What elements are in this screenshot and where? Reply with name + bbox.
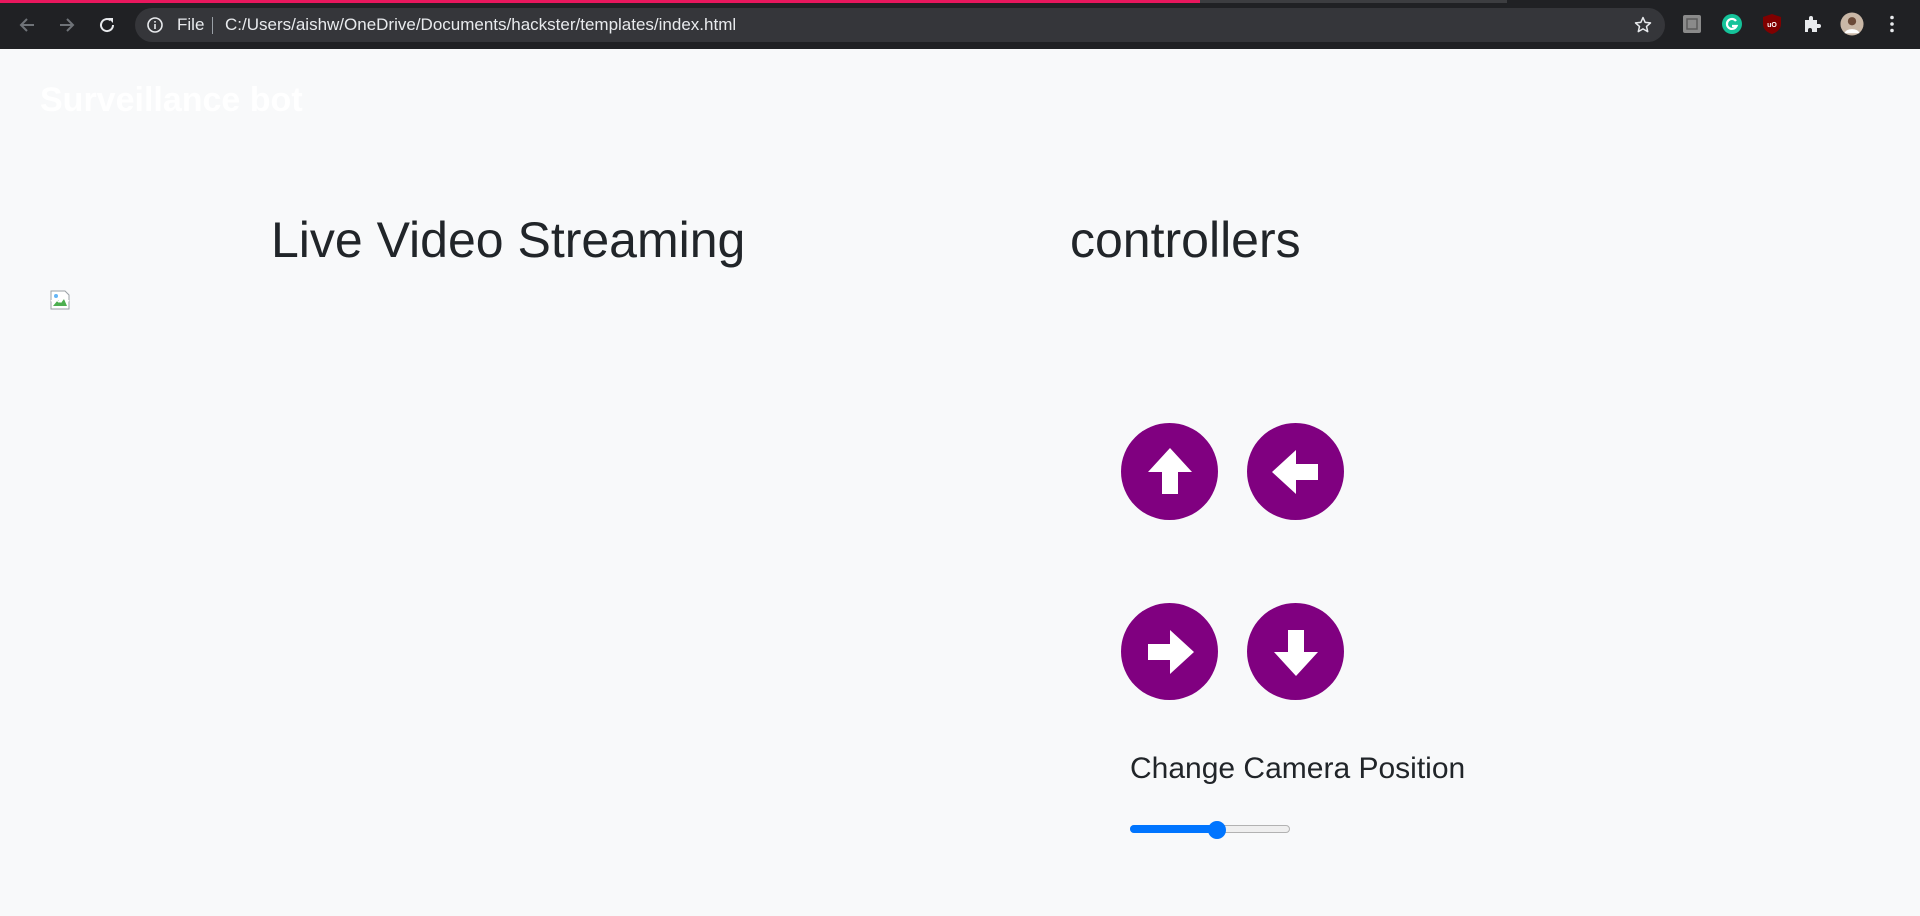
navbar-brand[interactable]: Surveillance bot — [40, 81, 303, 120]
svg-text:uO: uO — [1767, 22, 1777, 29]
info-icon[interactable] — [145, 15, 165, 35]
arrow-right-icon — [1147, 629, 1194, 674]
grammarly-icon[interactable] — [1720, 12, 1744, 36]
kebab-menu-icon — [1890, 15, 1894, 33]
url-text[interactable]: C:/Users/aishw/OneDrive/Documents/hackst… — [225, 8, 736, 42]
camera-position-slider[interactable] — [1130, 821, 1290, 839]
site-scheme-label: File — [177, 15, 205, 34]
camera-position-label: Change Camera Position — [1130, 752, 1466, 785]
address-bar[interactable]: File C:/Users/aishw/OneDrive/Documents/h… — [135, 8, 1665, 42]
browser-toolbar: File C:/Users/aishw/OneDrive/Documents/h… — [0, 0, 1920, 49]
move-forward-button[interactable] — [1121, 423, 1218, 520]
video-heading: Live Video Streaming — [271, 212, 746, 268]
slider-fill — [1130, 825, 1217, 833]
ublock-icon[interactable]: uO — [1760, 12, 1784, 36]
reload-icon — [100, 18, 115, 33]
arrow-forward-icon — [60, 18, 75, 32]
unknown-extension-icon[interactable] — [1680, 12, 1704, 36]
puzzle-piece-icon[interactable] — [1800, 12, 1824, 36]
reload-button[interactable] — [91, 9, 123, 41]
arrow-back-icon — [19, 18, 34, 32]
slider-thumb[interactable] — [1208, 821, 1226, 839]
forward-button[interactable] — [51, 9, 83, 41]
turn-left-button[interactable] — [1247, 423, 1344, 520]
back-button[interactable] — [11, 9, 43, 41]
arrow-down-icon — [1273, 629, 1318, 676]
page-content: Surveillance bot Live Video Streaming co… — [0, 49, 1920, 916]
controllers-heading: controllers — [1070, 212, 1301, 268]
omnibox-divider — [212, 17, 213, 34]
arrow-left-icon — [1271, 449, 1318, 494]
move-backward-button[interactable] — [1247, 603, 1344, 700]
profile-avatar[interactable] — [1840, 12, 1864, 36]
page-loading-track — [1200, 0, 1507, 3]
bookmark-star-icon[interactable] — [1633, 15, 1653, 35]
turn-right-button[interactable] — [1121, 603, 1218, 700]
arrow-up-icon — [1147, 447, 1192, 494]
browser-menu-button[interactable] — [1880, 12, 1904, 36]
page-loading-progress — [0, 0, 1200, 3]
video-stream-image — [50, 290, 70, 310]
